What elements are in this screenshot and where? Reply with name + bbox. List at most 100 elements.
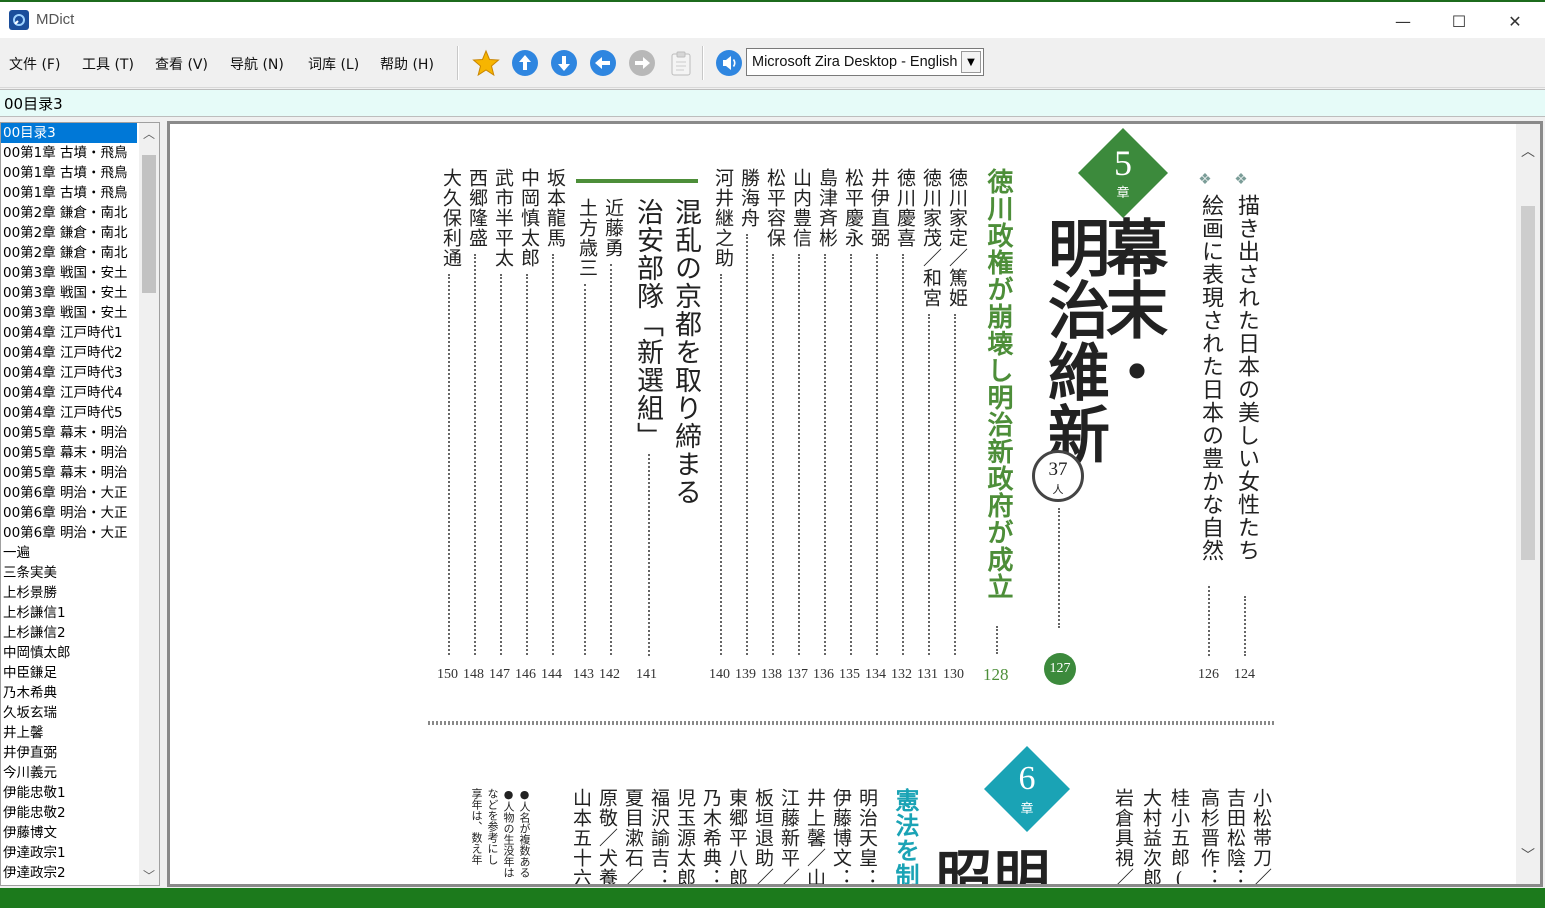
list-item[interactable]: 久坂玄瑞 bbox=[1, 703, 137, 723]
list-item[interactable]: 00第3章 戦国・安土 bbox=[1, 303, 137, 323]
list-item[interactable]: 上杉謙信2 bbox=[1, 623, 137, 643]
menu-tools[interactable]: 工具 (T) bbox=[82, 54, 134, 74]
person-name[interactable]: 西郷隆盛 bbox=[464, 168, 491, 248]
person-name[interactable]: 井上馨／山 bbox=[802, 788, 829, 884]
menu-file[interactable]: 文件 (F) bbox=[9, 54, 60, 74]
person-name[interactable]: 近藤勇 bbox=[600, 198, 627, 258]
list-item[interactable]: 中岡慎太郎 bbox=[1, 643, 137, 663]
entry-list-scrollbar[interactable]: ︿ ﹀ bbox=[139, 123, 159, 885]
menu-navigate[interactable]: 导航 (N) bbox=[230, 54, 284, 74]
person-name[interactable]: 吉田松陰： bbox=[1222, 788, 1249, 884]
list-item[interactable]: 伊達政宗2 bbox=[1, 863, 137, 883]
list-item[interactable]: 00第4章 江戸時代4 bbox=[1, 383, 137, 403]
list-item[interactable]: 伊達政宗1 bbox=[1, 843, 137, 863]
back-arrow-icon[interactable] bbox=[589, 49, 617, 77]
person-name[interactable]: 山内豊信 bbox=[788, 168, 815, 248]
person-name[interactable]: 土方歳三 bbox=[574, 198, 601, 278]
person-name[interactable]: 明治天皇： bbox=[854, 788, 881, 884]
person-name[interactable]: 板垣退助／ bbox=[750, 788, 777, 884]
person-name[interactable]: 中岡慎太郎 bbox=[516, 168, 543, 268]
list-item[interactable]: 00第2章 鎌倉・南北 bbox=[1, 203, 137, 223]
entry-list[interactable]: 00目录3 00第1章 古墳・飛鳥 00第1章 古墳・飛鳥 00第1章 古墳・飛鳥 00… bbox=[0, 122, 160, 886]
list-item[interactable]: 上杉謙信1 bbox=[1, 603, 137, 623]
person-name[interactable]: 山本五十六 bbox=[568, 788, 595, 884]
scroll-up-icon[interactable]: ︿ bbox=[1518, 140, 1538, 162]
list-item[interactable]: 00第3章 戦国・安土 bbox=[1, 263, 137, 283]
list-item[interactable]: 三条実美 bbox=[1, 563, 137, 583]
list-item[interactable]: 00第1章 古墳・飛鳥 bbox=[1, 183, 137, 203]
list-item[interactable]: 00第1章 古墳・飛鳥 bbox=[1, 163, 137, 183]
scroll-thumb[interactable] bbox=[142, 155, 156, 293]
person-name[interactable]: 徳川家定／篤姫 bbox=[944, 168, 971, 308]
list-item[interactable]: 伊能忠敬2 bbox=[1, 803, 137, 823]
close-button[interactable]: ✕ bbox=[1492, 8, 1538, 34]
clipboard-icon[interactable] bbox=[667, 49, 695, 77]
person-name[interactable]: 乃木希典： bbox=[698, 788, 725, 884]
list-item[interactable]: 00第6章 明治・大正 bbox=[1, 523, 137, 543]
list-item[interactable]: 00第1章 古墳・飛鳥 bbox=[1, 143, 137, 163]
scroll-down-icon[interactable]: ﹀ bbox=[139, 865, 159, 885]
up-arrow-icon[interactable] bbox=[511, 49, 539, 77]
speaker-icon[interactable] bbox=[715, 49, 743, 77]
scroll-thumb[interactable] bbox=[1521, 206, 1535, 560]
person-name[interactable]: 小松帯刀／ bbox=[1248, 788, 1275, 884]
person-name[interactable]: 高杉晋作： bbox=[1196, 788, 1223, 884]
scroll-down-icon[interactable]: ﹀ bbox=[1518, 844, 1538, 866]
scroll-up-icon[interactable]: ︿ bbox=[139, 123, 159, 143]
list-item[interactable]: 00第2章 鎌倉・南北 bbox=[1, 243, 137, 263]
search-input[interactable] bbox=[4, 94, 404, 112]
person-name[interactable]: 松平慶永 bbox=[840, 168, 867, 248]
content-scrollbar[interactable]: ︿ ﹀ bbox=[1516, 124, 1540, 884]
person-name[interactable]: 原敬／犬養 bbox=[594, 788, 621, 884]
person-name[interactable]: 児玉源太郎 bbox=[672, 788, 699, 884]
person-name[interactable]: 福沢諭吉： bbox=[646, 788, 673, 884]
person-name[interactable]: 井伊直弼 bbox=[866, 168, 893, 248]
person-name[interactable]: 大村益次郎 bbox=[1138, 788, 1165, 884]
person-name[interactable]: 坂本龍馬 bbox=[542, 168, 569, 248]
person-name[interactable]: 徳川慶喜 bbox=[892, 168, 919, 248]
list-item[interactable]: 00第4章 江戸時代3 bbox=[1, 363, 137, 383]
minimize-button[interactable]: — bbox=[1380, 8, 1426, 34]
list-item[interactable]: 00第5章 幕末・明治 bbox=[1, 423, 137, 443]
list-item[interactable]: 一遍 bbox=[1, 543, 137, 563]
person-name[interactable]: 桂小五郎(木 bbox=[1166, 788, 1193, 884]
list-item[interactable]: 伊能忠敬1 bbox=[1, 783, 137, 803]
list-item[interactable]: 00第3章 戦国・安土 bbox=[1, 283, 137, 303]
menu-view[interactable]: 查看 (V) bbox=[155, 54, 208, 74]
list-item[interactable]: 00目录3 bbox=[1, 123, 137, 143]
person-name[interactable]: 松平容保 bbox=[762, 168, 789, 248]
list-item[interactable]: 00第4章 江戸時代1 bbox=[1, 323, 137, 343]
menu-help[interactable]: 帮助 (H) bbox=[380, 54, 434, 74]
person-name[interactable]: 徳川家茂／和宮 bbox=[918, 168, 945, 308]
favorite-star-icon[interactable] bbox=[472, 49, 500, 77]
list-item[interactable]: 乃木希典 bbox=[1, 683, 137, 703]
list-item[interactable]: 井伊直弼 bbox=[1, 743, 137, 763]
maximize-button[interactable]: ☐ bbox=[1436, 8, 1482, 34]
list-item[interactable]: 今川義元 bbox=[1, 763, 137, 783]
person-name[interactable]: 伊藤博文： bbox=[828, 788, 855, 884]
list-item[interactable]: 上杉景勝 bbox=[1, 583, 137, 603]
person-name[interactable]: 東郷平八郎 bbox=[724, 788, 751, 884]
list-item[interactable]: 00第5章 幕末・明治 bbox=[1, 463, 137, 483]
list-item[interactable]: 00第4章 江戸時代2 bbox=[1, 343, 137, 363]
list-item[interactable]: 00第2章 鎌倉・南北 bbox=[1, 223, 137, 243]
list-item[interactable]: 00第4章 江戸時代5 bbox=[1, 403, 137, 423]
list-item[interactable]: 伊藤博文 bbox=[1, 823, 137, 843]
list-item[interactable]: 00第6章 明治・大正 bbox=[1, 503, 137, 523]
person-name[interactable]: 大久保利通 bbox=[438, 168, 465, 268]
person-name[interactable]: 勝海舟 bbox=[736, 168, 763, 228]
list-item[interactable]: 00第6章 明治・大正 bbox=[1, 483, 137, 503]
menu-library[interactable]: 词库 (L) bbox=[308, 54, 359, 74]
person-name[interactable]: 武市半平太 bbox=[490, 168, 517, 268]
list-item[interactable]: 井上馨 bbox=[1, 723, 137, 743]
person-name[interactable]: 河井継之助 bbox=[710, 168, 737, 268]
person-name[interactable]: 夏目漱石／ bbox=[620, 788, 647, 884]
forward-arrow-icon[interactable] bbox=[628, 49, 656, 77]
person-name[interactable]: 江藤新平／ bbox=[776, 788, 803, 884]
person-name[interactable]: 島津斉彬 bbox=[814, 168, 841, 248]
list-item[interactable]: 00第5章 幕末・明治 bbox=[1, 443, 137, 463]
chevron-down-icon[interactable]: ▼ bbox=[961, 51, 981, 73]
list-item[interactable]: 中臣鎌足 bbox=[1, 663, 137, 683]
person-name[interactable]: 岩倉具視／ bbox=[1110, 788, 1137, 884]
tts-voice-select[interactable]: Microsoft Zira Desktop - English ▼ bbox=[746, 48, 984, 76]
